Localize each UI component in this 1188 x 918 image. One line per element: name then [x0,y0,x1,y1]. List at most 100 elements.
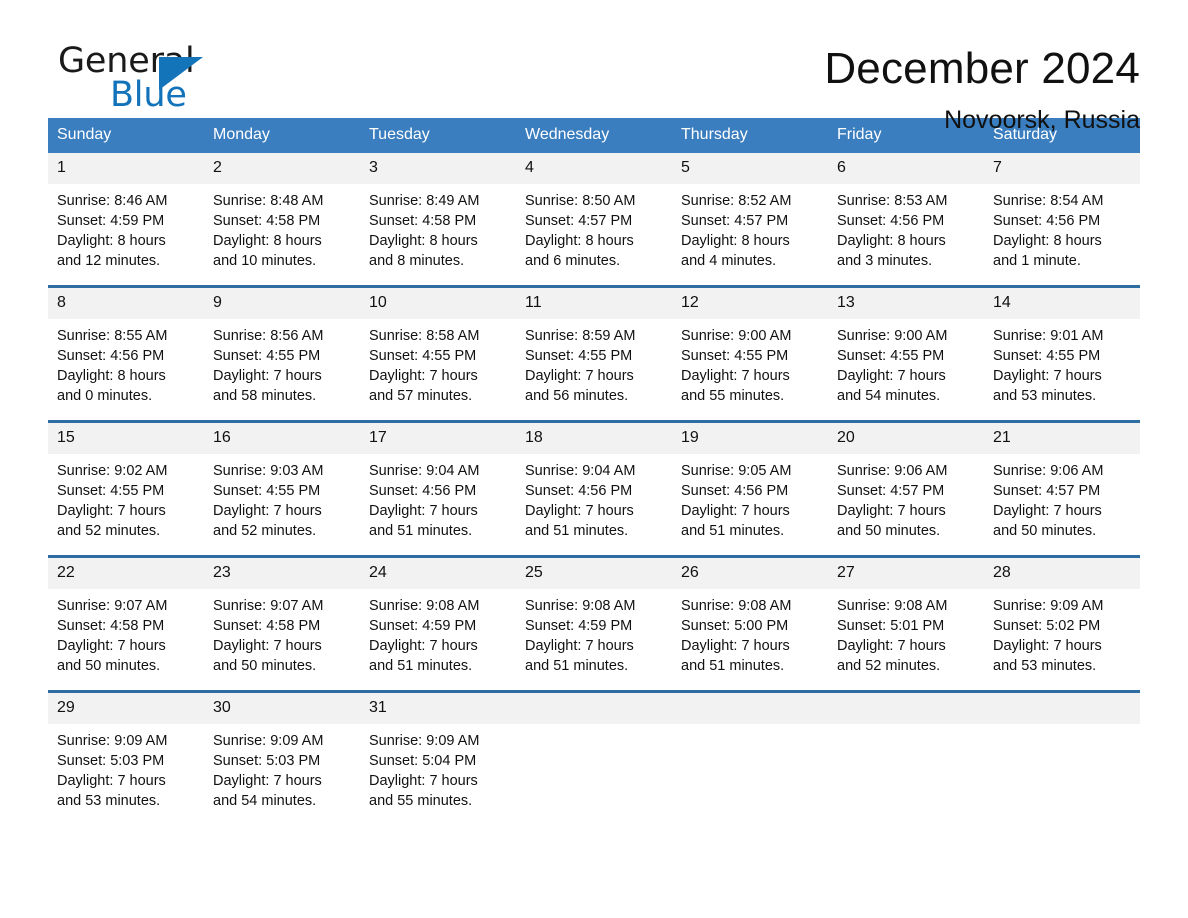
day-details [984,724,1140,825]
calendar-day-cell[interactable]: 15 Sunrise: 9:02 AM Sunset: 4:55 PM Dayligh… [48,420,204,557]
sunset-text: Sunset: 5:00 PM [681,618,789,634]
calendar-day-cell[interactable]: 13 Sunrise: 9:00 AM Sunset: 4:55 PM Dayligh… [828,285,984,422]
sunset-text [993,751,1131,771]
calendar-week-row: 22 Sunrise: 9:07 AM Sunset: 4:58 PM Dayligh… [48,555,1140,692]
calendar-day-cell[interactable]: 2 Sunrise: 8:48 AM Sunset: 4:58 PM Daylight… [204,153,360,287]
calendar-day-cell-empty [516,690,672,825]
calendar-day-cell[interactable]: 1 Sunrise: 8:46 AM Sunset: 4:59 PM Daylight… [48,153,204,287]
calendar-day-cell[interactable]: 26 Sunrise: 9:08 AM Sunset: 5:00 PM Dayligh… [672,555,828,692]
sunset-text: Sunset: 4:56 PM [57,348,165,364]
calendar-day-cell[interactable]: 21 Sunrise: 9:06 AM Sunset: 4:57 PM Dayligh… [984,420,1140,557]
daylight-text-line2: and 50 minutes. [837,523,941,539]
weekday-header-monday: Monday [204,118,360,153]
day-details: Sunrise: 8:56 AM Sunset: 4:55 PM Daylight:… [204,319,360,420]
calendar-day-cell[interactable]: 14 Sunrise: 9:01 AM Sunset: 4:55 PM Dayligh… [984,285,1140,422]
calendar-day-cell[interactable]: 23 Sunrise: 9:07 AM Sunset: 4:58 PM Dayligh… [204,555,360,692]
calendar-day-cell-empty [984,690,1140,825]
sunset-text: Sunset: 4:55 PM [837,348,945,364]
calendar-day-cell[interactable]: 29 Sunrise: 9:09 AM Sunset: 5:03 PM Dayligh… [48,690,204,825]
sunrise-text [993,731,1131,751]
calendar-day-cell[interactable]: 24 Sunrise: 9:08 AM Sunset: 4:59 PM Dayligh… [360,555,516,692]
calendar-day-cell[interactable]: 18 Sunrise: 9:04 AM Sunset: 4:56 PM Dayligh… [516,420,672,557]
weekday-header-thursday: Thursday [672,118,828,153]
calendar-day-cell[interactable]: 6 Sunrise: 8:53 AM Sunset: 4:56 PM Daylight… [828,153,984,287]
day-number: 22 [48,558,204,589]
sunset-text: Sunset: 4:59 PM [369,618,477,634]
day-details: Sunrise: 9:09 AM Sunset: 5:03 PM Daylight:… [204,724,360,825]
calendar-page: General Blue December 2024 Novoorsk, Rus… [0,0,1188,918]
calendar-day-cell[interactable]: 5 Sunrise: 8:52 AM Sunset: 4:57 PM Daylight… [672,153,828,287]
calendar-day-cell[interactable]: 31 Sunrise: 9:09 AM Sunset: 5:04 PM Dayligh… [360,690,516,825]
day-number: 12 [672,288,828,319]
sunrise-text: Sunrise: 8:54 AM [993,193,1104,209]
calendar-day-cell[interactable]: 22 Sunrise: 9:07 AM Sunset: 4:58 PM Dayligh… [48,555,204,692]
day-number: 5 [672,153,828,184]
sunset-text: Sunset: 4:57 PM [993,483,1101,499]
daylight-text-line2: and 53 minutes. [993,388,1097,404]
daylight-text-line1 [993,771,1131,791]
day-details: Sunrise: 9:04 AM Sunset: 4:56 PM Daylight:… [360,454,516,555]
day-details: Sunrise: 9:00 AM Sunset: 4:55 PM Daylight:… [828,319,984,420]
daylight-text-line2 [681,791,819,811]
daylight-text-line2: and 57 minutes. [369,388,473,404]
calendar-day-cell[interactable]: 17 Sunrise: 9:04 AM Sunset: 4:56 PM Dayligh… [360,420,516,557]
day-number: 26 [672,558,828,589]
weekday-header-tuesday: Tuesday [360,118,516,153]
daylight-text-line2: and 8 minutes. [369,253,465,269]
calendar-day-cell[interactable]: 9 Sunrise: 8:56 AM Sunset: 4:55 PM Daylight… [204,285,360,422]
calendar-day-cell[interactable]: 10 Sunrise: 8:58 AM Sunset: 4:55 PM Dayligh… [360,285,516,422]
daylight-text-line1: Daylight: 7 hours [213,773,322,789]
calendar-day-cell[interactable]: 11 Sunrise: 8:59 AM Sunset: 4:55 PM Dayligh… [516,285,672,422]
sunset-text: Sunset: 4:55 PM [57,483,165,499]
sunset-text [837,751,975,771]
calendar-day-cell[interactable]: 16 Sunrise: 9:03 AM Sunset: 4:55 PM Dayligh… [204,420,360,557]
sunset-text: Sunset: 4:55 PM [213,348,321,364]
sunrise-text: Sunrise: 9:01 AM [993,328,1104,344]
day-number: 6 [828,153,984,184]
sunrise-text [681,731,819,751]
calendar-day-cell[interactable]: 12 Sunrise: 9:00 AM Sunset: 4:55 PM Dayligh… [672,285,828,422]
calendar-day-cell[interactable]: 30 Sunrise: 9:09 AM Sunset: 5:03 PM Dayligh… [204,690,360,825]
day-number: 8 [48,288,204,319]
sunset-text: Sunset: 4:58 PM [57,618,165,634]
calendar-day-cell[interactable]: 19 Sunrise: 9:05 AM Sunset: 4:56 PM Dayligh… [672,420,828,557]
daylight-text-line2: and 53 minutes. [993,658,1097,674]
calendar-day-cell[interactable]: 27 Sunrise: 9:08 AM Sunset: 5:01 PM Dayligh… [828,555,984,692]
calendar-day-cell[interactable]: 20 Sunrise: 9:06 AM Sunset: 4:57 PM Dayligh… [828,420,984,557]
daylight-text-line2: and 50 minutes. [57,658,161,674]
sunrise-text [525,731,663,751]
daylight-text-line2 [525,791,663,811]
sunset-text [681,751,819,771]
sunrise-text: Sunrise: 8:55 AM [57,328,168,344]
calendar-day-cell[interactable]: 3 Sunrise: 8:49 AM Sunset: 4:58 PM Daylight… [360,153,516,287]
sunset-text: Sunset: 5:03 PM [213,753,321,769]
sunrise-text: Sunrise: 8:46 AM [57,193,168,209]
calendar-day-cell[interactable]: 8 Sunrise: 8:55 AM Sunset: 4:56 PM Daylight… [48,285,204,422]
day-details: Sunrise: 8:55 AM Sunset: 4:56 PM Daylight:… [48,319,204,420]
daylight-text-line2: and 55 minutes. [369,793,473,809]
day-number: 11 [516,288,672,319]
calendar-day-cell[interactable]: 7 Sunrise: 8:54 AM Sunset: 4:56 PM Daylight… [984,153,1140,287]
day-details: Sunrise: 9:08 AM Sunset: 4:59 PM Daylight:… [516,589,672,690]
calendar-week-row: 29 Sunrise: 9:09 AM Sunset: 5:03 PM Dayligh… [48,690,1140,825]
daylight-text-line1: Daylight: 8 hours [681,233,790,249]
daylight-text-line1: Daylight: 7 hours [213,638,322,654]
day-details: Sunrise: 8:53 AM Sunset: 4:56 PM Daylight:… [828,184,984,285]
calendar-day-cell[interactable]: 25 Sunrise: 9:08 AM Sunset: 4:59 PM Dayligh… [516,555,672,692]
sunset-text: Sunset: 4:55 PM [525,348,633,364]
calendar-day-cell[interactable]: 28 Sunrise: 9:09 AM Sunset: 5:02 PM Dayligh… [984,555,1140,692]
day-number: 10 [360,288,516,319]
calendar-day-cell[interactable]: 4 Sunrise: 8:50 AM Sunset: 4:57 PM Daylight… [516,153,672,287]
sunset-text: Sunset: 5:03 PM [57,753,165,769]
daylight-text-line2: and 52 minutes. [837,658,941,674]
day-details [516,724,672,825]
day-number: 3 [360,153,516,184]
sunset-text: Sunset: 4:57 PM [837,483,945,499]
day-number: 1 [48,153,204,184]
daylight-text-line1: Daylight: 7 hours [525,368,634,384]
daylight-text-line2: and 56 minutes. [525,388,629,404]
daylight-text-line1: Daylight: 7 hours [57,503,166,519]
daylight-text-line1: Daylight: 7 hours [993,368,1102,384]
daylight-text-line1: Daylight: 7 hours [837,503,946,519]
day-number: 18 [516,423,672,454]
